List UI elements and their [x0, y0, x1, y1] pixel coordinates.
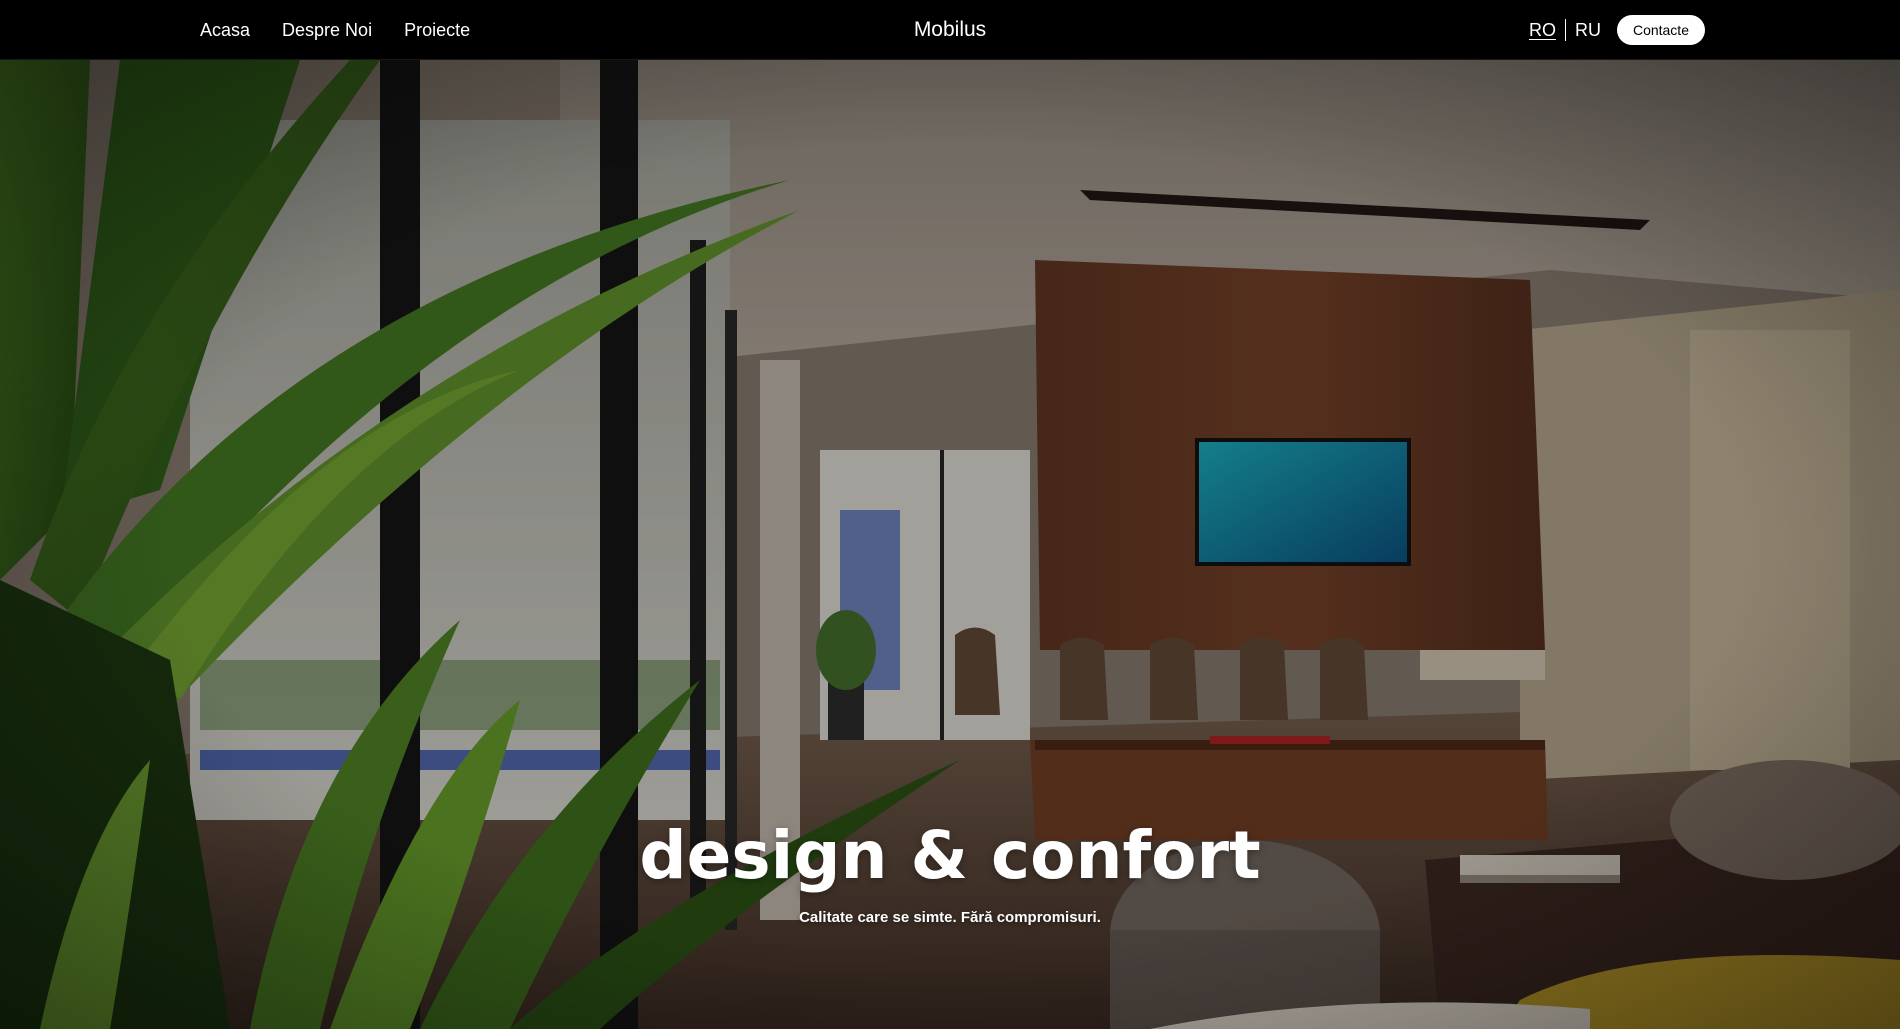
brand-logo-text[interactable]: Mobilus	[914, 18, 986, 42]
header-actions: RO RU Contacte	[1529, 0, 1705, 60]
main-menu: Acasa Despre Noi Proiecte	[200, 0, 470, 60]
hero-section: design & confort Calitate care se simte.…	[0, 60, 1900, 1029]
hero-text-block: design & confort Calitate care se simte.…	[0, 817, 1900, 927]
hero-title: design & confort	[639, 817, 1261, 894]
nav-link-proiecte[interactable]: Proiecte	[404, 20, 470, 41]
nav-link-acasa[interactable]: Acasa	[200, 20, 250, 41]
hero-subtitle: Calitate care se simte. Fără compromisur…	[799, 909, 1101, 926]
top-navigation-bar: Acasa Despre Noi Proiecte Mobilus RO RU …	[0, 0, 1900, 60]
contact-button[interactable]: Contacte	[1616, 15, 1705, 45]
language-ro[interactable]: RO	[1529, 20, 1556, 41]
language-divider	[1564, 19, 1566, 41]
nav-link-despre-noi[interactable]: Despre Noi	[282, 20, 372, 41]
language-ru[interactable]: RU	[1575, 20, 1601, 41]
